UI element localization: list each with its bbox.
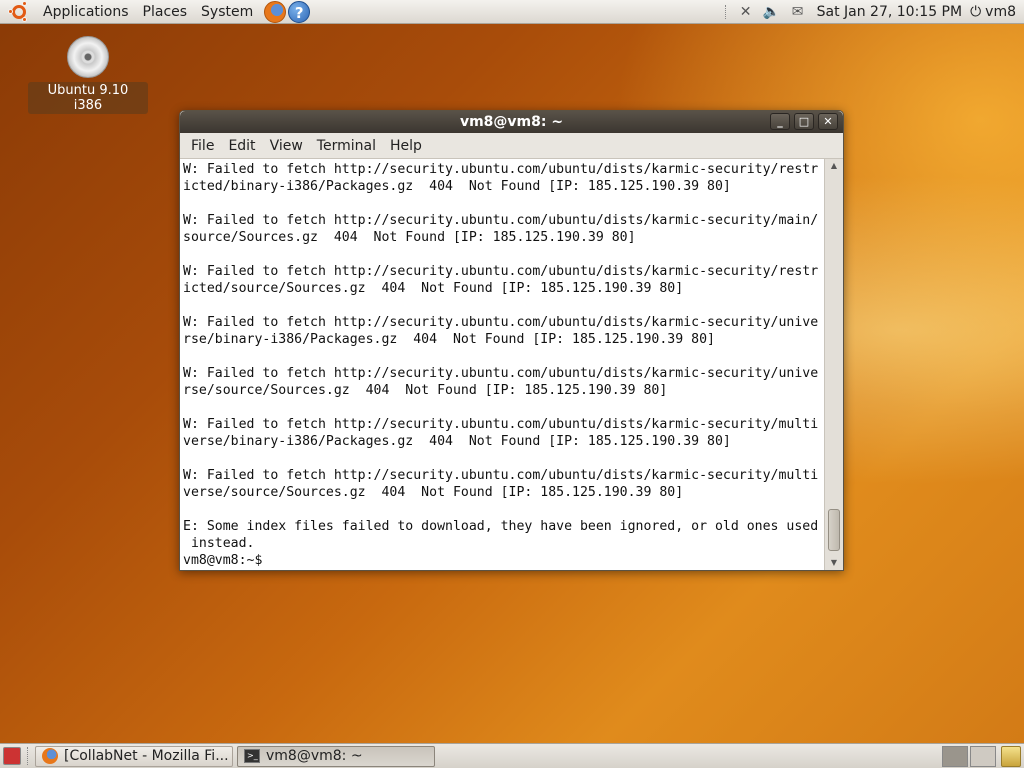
terminal-line: source/Sources.gz 404 Not Found [IP: 185…: [183, 230, 636, 245]
terminal-line: instead.: [183, 536, 255, 551]
show-desktop-button[interactable]: [3, 747, 21, 765]
trash-icon[interactable]: [1001, 745, 1021, 767]
workspace-switcher[interactable]: [942, 745, 996, 767]
window-titlebar[interactable]: vm8@vm8: ~ _ □ ✕: [180, 111, 843, 133]
menu-applications[interactable]: Applications: [36, 0, 136, 24]
task-firefox[interactable]: [CollabNet - Mozilla Fi...: [35, 745, 233, 767]
top-panel: Applications Places System ? ✕ 🔈 ✉ Sat J…: [0, 0, 1024, 24]
task-terminal[interactable]: >_ vm8@vm8: ~: [237, 745, 435, 767]
panel-separator: [27, 747, 29, 765]
help-icon[interactable]: ?: [288, 0, 311, 23]
menu-view[interactable]: View: [263, 138, 310, 154]
scroll-up-icon[interactable]: ▲: [825, 159, 843, 173]
volume-icon[interactable]: 🔈: [762, 2, 782, 22]
terminal-line: rse/source/Sources.gz 404 Not Found [IP:…: [183, 383, 668, 398]
workspace-2[interactable]: [970, 745, 996, 767]
terminal-icon: >_: [244, 749, 260, 763]
task-label: [CollabNet - Mozilla Fi...: [64, 748, 229, 764]
firefox-launcher-icon[interactable]: [264, 0, 287, 23]
cd-label: Ubuntu 9.10 i386: [28, 82, 148, 114]
menu-file[interactable]: File: [184, 138, 221, 154]
terminal-line: icted/binary-i386/Packages.gz 404 Not Fo…: [183, 179, 731, 194]
menu-system[interactable]: System: [194, 0, 260, 24]
terminal-line: W: Failed to fetch http://security.ubunt…: [183, 162, 819, 177]
panel-tray: ✕ 🔈 ✉ Sat Jan 27, 10:15 PM ⏻ vm8: [719, 0, 1024, 24]
terminal-line: icted/source/Sources.gz 404 Not Found [I…: [183, 281, 684, 296]
scroll-thumb[interactable]: [828, 509, 840, 551]
minimize-button[interactable]: _: [770, 113, 790, 130]
scroll-down-icon[interactable]: ▼: [825, 556, 843, 570]
vertical-scrollbar[interactable]: ▲ ▼: [824, 159, 843, 570]
user-menu[interactable]: ⏻ vm8: [970, 4, 1016, 20]
network-icon[interactable]: ✕: [736, 2, 756, 22]
terminal-line: W: Failed to fetch http://security.ubunt…: [183, 315, 819, 330]
power-icon: ⏻: [970, 4, 982, 20]
terminal-line: W: Failed to fetch http://security.ubunt…: [183, 417, 819, 432]
terminal-text[interactable]: W: Failed to fetch http://security.ubunt…: [183, 161, 827, 569]
menu-places[interactable]: Places: [136, 0, 195, 24]
menu-edit[interactable]: Edit: [221, 138, 262, 154]
terminal-line: vm8@vm8:~$: [183, 553, 263, 568]
task-label: vm8@vm8: ~: [266, 748, 363, 764]
terminal-line: verse/binary-i386/Packages.gz 404 Not Fo…: [183, 434, 731, 449]
user-name: vm8: [985, 4, 1016, 20]
terminal-line: rse/binary-i386/Packages.gz 404 Not Foun…: [183, 332, 715, 347]
bottom-panel: [CollabNet - Mozilla Fi... >_ vm8@vm8: ~: [0, 743, 1024, 768]
window-title: vm8@vm8: ~: [459, 114, 564, 130]
terminal-line: verse/source/Sources.gz 404 Not Found [I…: [183, 485, 684, 500]
terminal-menubar: File Edit View Terminal Help: [180, 133, 843, 159]
close-button[interactable]: ✕: [818, 113, 838, 130]
terminal-line: W: Failed to fetch http://security.ubunt…: [183, 264, 819, 279]
ubuntu-logo-icon[interactable]: [8, 0, 30, 23]
terminal-line: W: Failed to fetch http://security.ubunt…: [183, 366, 819, 381]
terminal-line: E: Some index files failed to download, …: [183, 519, 819, 534]
mail-icon[interactable]: ✉: [788, 2, 808, 22]
terminal-window[interactable]: vm8@vm8: ~ _ □ ✕ File Edit View Terminal…: [179, 110, 844, 571]
firefox-icon: [42, 748, 58, 764]
menu-help[interactable]: Help: [383, 138, 429, 154]
menu-terminal[interactable]: Terminal: [310, 138, 383, 154]
desktop-cd-icon[interactable]: Ubuntu 9.10 i386: [28, 36, 148, 114]
tray-separator: [724, 5, 727, 19]
maximize-button[interactable]: □: [794, 113, 814, 130]
clock[interactable]: Sat Jan 27, 10:15 PM: [817, 4, 962, 20]
terminal-line: W: Failed to fetch http://security.ubunt…: [183, 468, 819, 483]
terminal-line: W: Failed to fetch http://security.ubunt…: [183, 213, 819, 228]
terminal-output[interactable]: W: Failed to fetch http://security.ubunt…: [180, 159, 843, 570]
workspace-1[interactable]: [942, 745, 968, 767]
cd-disc-icon: [67, 36, 109, 78]
